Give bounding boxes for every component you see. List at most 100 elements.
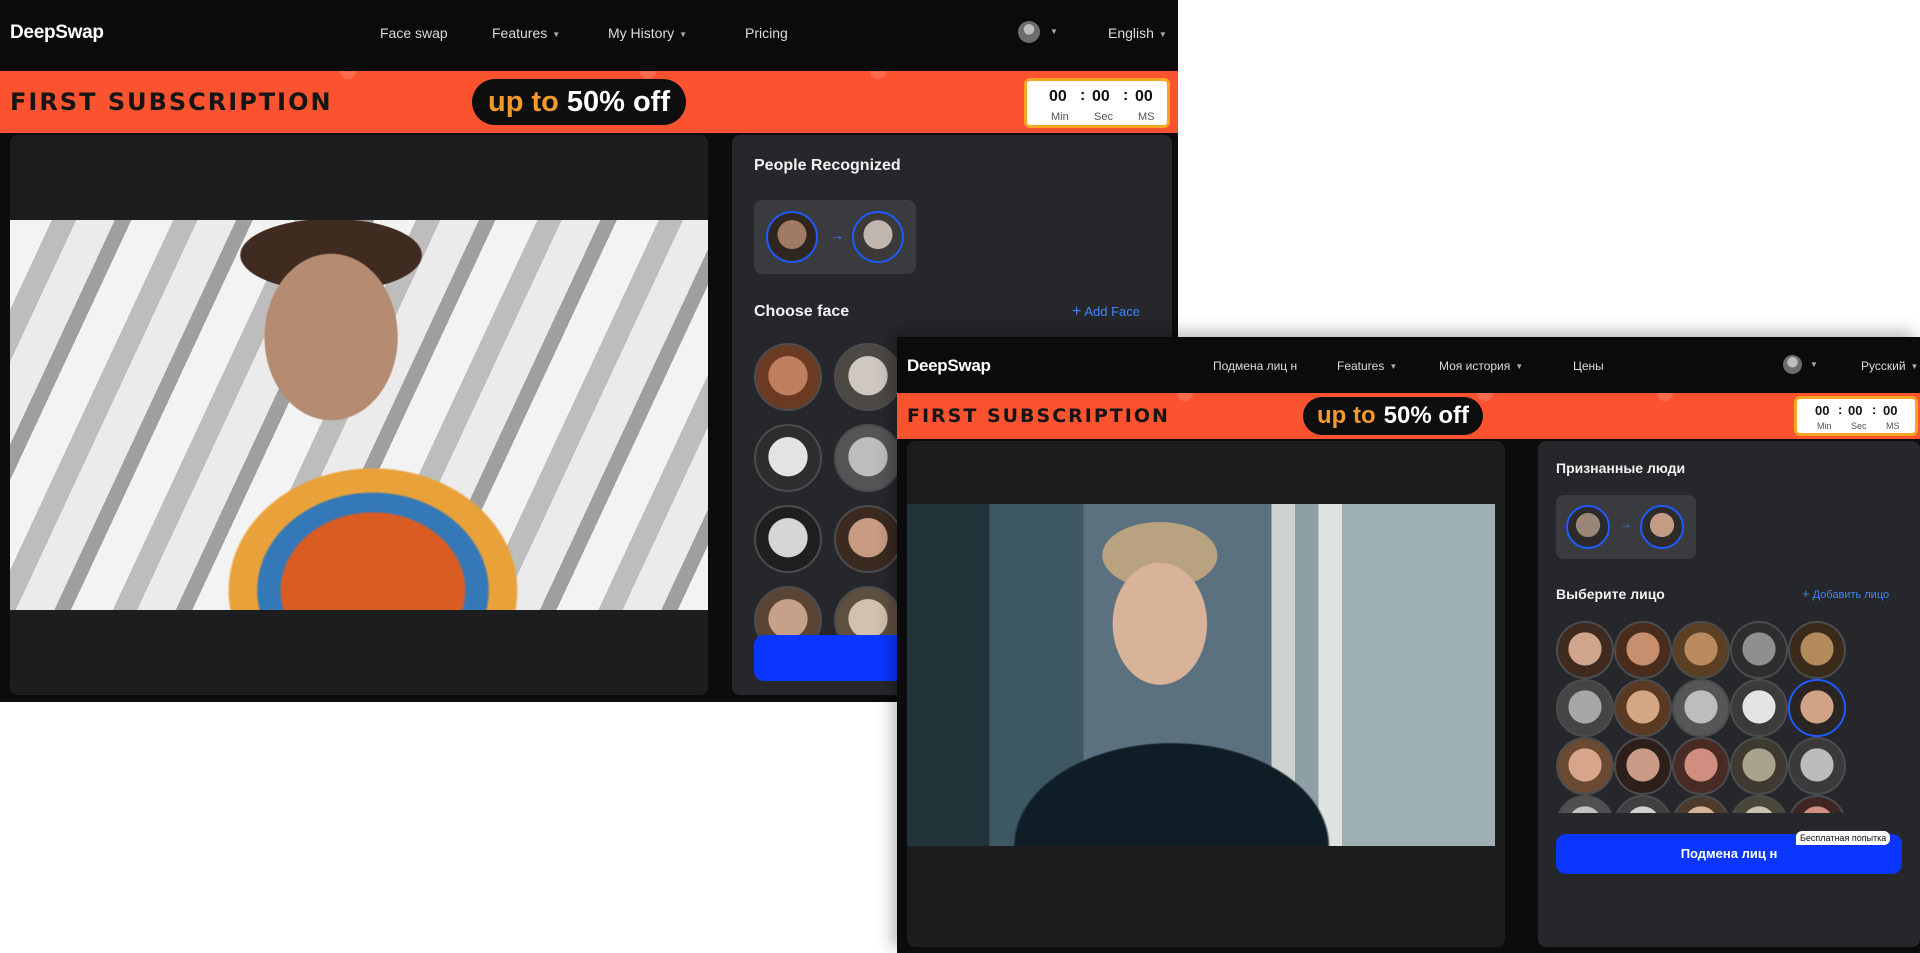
face-option[interactable] — [754, 505, 822, 573]
deepswap-logo[interactable]: DeepSwap — [907, 356, 991, 376]
nav-pricing-label: Цены — [1573, 359, 1604, 373]
discount-pill: up to 50% off — [472, 79, 686, 125]
source-video-preview[interactable] — [907, 504, 1495, 846]
timer-ms: 00 — [1883, 403, 1898, 418]
face-option[interactable] — [1672, 621, 1730, 679]
face-option[interactable] — [1672, 737, 1730, 795]
face-option[interactable] — [1730, 737, 1788, 795]
promo-banner[interactable]: FIRST SUBSCRIPTION up to 50% off 00 : 00… — [0, 71, 1178, 133]
discount-prefix: up to — [488, 85, 559, 118]
face-option[interactable] — [1672, 679, 1730, 737]
choose-face-title: Выберите лицо — [1556, 586, 1665, 602]
nav-features[interactable]: Features ▼ — [1337, 359, 1397, 373]
timer-min-label: Min — [1817, 421, 1832, 431]
people-recognized-title: People Recognized — [754, 157, 901, 174]
nav-pricing[interactable]: Цены — [1573, 359, 1604, 373]
face-option-selected[interactable] — [1788, 679, 1846, 737]
plus-icon: + — [1802, 586, 1810, 601]
face-option[interactable] — [1614, 737, 1672, 795]
nav-pricing[interactable]: Pricing — [745, 25, 788, 41]
recognized-face-pair[interactable]: → — [1556, 495, 1696, 559]
face-option[interactable] — [834, 343, 902, 411]
add-face-button[interactable]: + Добавить лицо — [1802, 586, 1889, 601]
chevron-down-icon[interactable]: ▼ — [1810, 360, 1818, 369]
countdown-timer: 00 : 00 : 00 Min Sec MS — [1794, 396, 1918, 436]
face-option[interactable] — [1614, 621, 1672, 679]
face-option[interactable] — [1730, 621, 1788, 679]
banner-decoration — [1657, 393, 1673, 401]
banner-decoration — [640, 71, 656, 79]
chevron-down-icon: ▼ — [1389, 362, 1398, 372]
face-option[interactable] — [1614, 679, 1672, 737]
face-option[interactable] — [1788, 737, 1846, 795]
target-face-thumbnail[interactable] — [1640, 505, 1684, 549]
timer-ms-label: MS — [1886, 421, 1900, 431]
deepswap-window-russian: DeepSwap Подмена лиц н Features ▼ Моя ист… — [897, 337, 1920, 953]
deepswap-logo[interactable]: DeepSwap — [10, 22, 104, 44]
nav-my-history-label: Моя история — [1439, 359, 1511, 373]
discount-value: 50% off — [1383, 402, 1469, 429]
language-selector[interactable]: Русский ▼ — [1861, 359, 1918, 373]
user-avatar-icon[interactable] — [1783, 355, 1802, 374]
face-option[interactable] — [1788, 621, 1846, 679]
top-navigation-bar: DeepSwap Подмена лиц н Features ▼ Моя ист… — [897, 337, 1920, 393]
face-option[interactable] — [754, 343, 822, 411]
banner-decoration — [1477, 393, 1493, 401]
free-trial-badge: Бесплатная попытка — [1796, 831, 1891, 845]
face-option[interactable] — [834, 505, 902, 573]
add-face-button[interactable]: + Add Face — [1072, 303, 1140, 321]
chevron-down-icon[interactable]: ▼ — [1050, 27, 1058, 36]
chevron-down-icon: ▼ — [679, 29, 688, 39]
face-swap-button-label: Подмена лиц н — [1680, 846, 1778, 861]
nav-face-swap[interactable]: Подмена лиц н — [1213, 359, 1297, 373]
face-settings-panel: Признанные люди → Выберите лицо + Добавит… — [1538, 441, 1920, 947]
timer-seconds: 00 — [1848, 403, 1863, 418]
language-selector[interactable]: English ▼ — [1108, 25, 1167, 41]
recognized-face-pair[interactable]: → — [754, 200, 916, 274]
nav-face-swap[interactable]: Face swap — [380, 25, 448, 41]
face-option[interactable] — [1556, 737, 1614, 795]
language-label: Русский — [1861, 359, 1906, 373]
add-face-label: Add Face — [1084, 304, 1140, 319]
nav-features-label: Features — [1337, 359, 1385, 373]
timer-sec-label: Sec — [1094, 111, 1113, 123]
nav-my-history[interactable]: Моя история ▼ — [1439, 359, 1523, 373]
chevron-down-icon: ▼ — [1515, 362, 1524, 372]
plus-icon: + — [1072, 303, 1082, 320]
detected-face-thumbnail[interactable] — [766, 211, 818, 263]
timer-sec-label: Sec — [1851, 421, 1867, 431]
banner-decoration — [1177, 393, 1193, 401]
nav-my-history[interactable]: My History ▼ — [608, 25, 687, 41]
face-option[interactable] — [834, 424, 902, 492]
timer-seconds: 00 — [1092, 88, 1110, 105]
face-option[interactable] — [1730, 679, 1788, 737]
face-option[interactable] — [754, 424, 822, 492]
user-avatar-icon[interactable] — [1018, 21, 1040, 43]
timer-ms-label: MS — [1138, 111, 1155, 123]
banner-title: FIRST SUBSCRIPTION — [907, 405, 1170, 427]
nav-face-swap-label: Face swap — [380, 25, 448, 41]
timer-separator: : — [1123, 87, 1129, 104]
discount-prefix: up to — [1317, 402, 1376, 429]
nav-features-label: Features — [492, 25, 548, 41]
arrow-right-icon: → — [1620, 517, 1632, 531]
top-navigation-bar: DeepSwap Face swap Features ▼ My History ▼… — [0, 0, 1178, 66]
timer-separator: : — [1872, 402, 1877, 417]
source-video-preview[interactable] — [10, 220, 708, 610]
timer-ms: 00 — [1135, 88, 1153, 105]
face-option[interactable] — [1556, 621, 1614, 679]
nav-my-history-label: My History — [608, 25, 675, 41]
target-face-thumbnail[interactable] — [852, 211, 904, 263]
detected-face-thumbnail[interactable] — [1566, 505, 1610, 549]
chevron-down-icon: ▼ — [1158, 29, 1167, 39]
promo-banner[interactable]: FIRST SUBSCRIPTION up to 50% off 00 : 00… — [897, 393, 1920, 439]
discount-pill: up to 50% off — [1303, 397, 1483, 435]
banner-title: FIRST SUBSCRIPTION — [10, 88, 333, 116]
choose-face-title: Choose face — [754, 303, 850, 320]
timer-separator: : — [1080, 87, 1086, 104]
preview-panel — [10, 135, 708, 695]
discount-value: 50% off — [566, 85, 670, 118]
banner-decoration — [870, 71, 886, 79]
nav-features[interactable]: Features ▼ — [492, 25, 560, 41]
face-option[interactable] — [1556, 679, 1614, 737]
